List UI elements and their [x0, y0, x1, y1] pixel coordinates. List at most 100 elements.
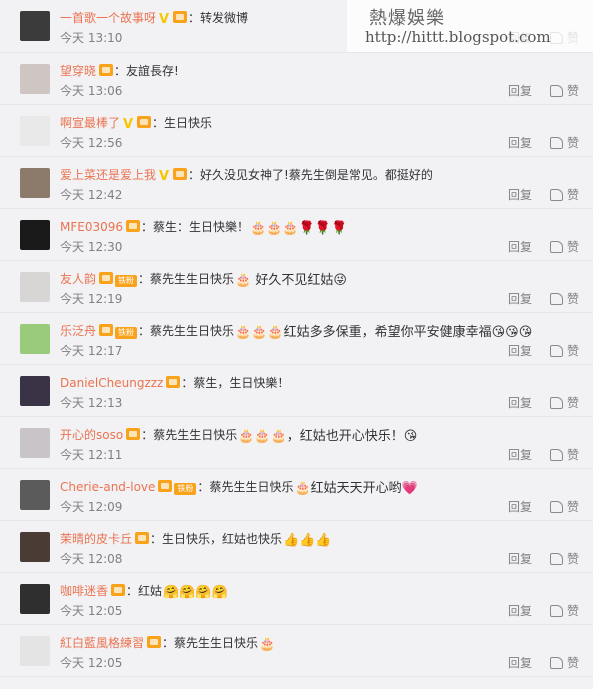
comment-time: 今天 12:30: [60, 240, 123, 254]
comment-emoji: 🎂: [259, 637, 276, 652]
reply-button[interactable]: 回复: [508, 82, 532, 100]
colon-separator: ：: [188, 11, 201, 25]
comment-emoji: 🤗🤗🤗🤗: [163, 585, 228, 600]
username-link[interactable]: MFE03096: [60, 220, 123, 234]
comment-time: 今天 12:13: [60, 396, 123, 410]
like-button[interactable]: 赞: [549, 498, 579, 516]
fan-badge: 铁粉: [115, 327, 138, 339]
like-button[interactable]: 赞: [549, 342, 579, 360]
username-link[interactable]: 咖啡迷香: [60, 584, 108, 598]
avatar[interactable]: [20, 116, 50, 146]
like-button[interactable]: 赞: [549, 82, 579, 100]
comment-line: 茉晴的皮卡丘 ：生日快乐，红姑也快乐👍👍👍: [60, 529, 333, 549]
comment-line: 爱上菜还是爱上我 V ：好久没见女神了!蔡先生倒是常见。都挺好的: [60, 165, 433, 185]
avatar[interactable]: [20, 532, 50, 562]
comment-line: Cherie-and-love 铁粉 ：蔡先生生日快乐🎂红姑天天开心哟💗: [60, 477, 419, 497]
member-badge-icon: [166, 376, 181, 388]
comment-text: 蔡先生生日快乐: [150, 272, 235, 286]
username-link[interactable]: 紅白藍風格練習: [60, 636, 144, 650]
colon-separator: ：: [138, 272, 151, 286]
comment-line: 啊宣最棒了 V ：生日快乐: [60, 113, 212, 133]
like-label: 赞: [566, 604, 579, 618]
reply-button[interactable]: 回复: [508, 654, 532, 672]
like-button[interactable]: 赞: [549, 134, 579, 152]
comment-time: 今天 12:09: [60, 500, 123, 514]
like-button[interactable]: 赞: [549, 394, 579, 412]
username-link[interactable]: 一首歌一个故事呀: [60, 11, 156, 25]
comment-time: 今天 12:56: [60, 136, 123, 150]
username-link[interactable]: 啊宣最棒了: [60, 116, 120, 130]
comment-line: MFE03096 ：蔡生：生日快樂！🎂🎂🎂🌹🌹🌹: [60, 217, 348, 237]
like-label: 赞: [566, 552, 579, 566]
colon-separator: ：: [150, 532, 163, 546]
avatar[interactable]: [20, 584, 50, 614]
username-link[interactable]: 友人韵: [60, 272, 96, 286]
fan-badge: 铁粉: [115, 275, 138, 287]
like-button[interactable]: 赞: [549, 186, 579, 204]
avatar[interactable]: [20, 324, 50, 354]
comment-time: 今天 13:10: [60, 31, 123, 45]
username-link[interactable]: 望穿晓: [60, 64, 96, 78]
comment-text: 红姑: [138, 584, 163, 598]
like-button[interactable]: 赞: [549, 654, 579, 672]
like-button[interactable]: 赞: [549, 550, 579, 568]
comment-row: 爱上菜还是爱上我 V ：好久没见女神了!蔡先生倒是常见。都挺好的 今天 12:42 回复…: [0, 157, 593, 209]
thumbs-up-icon: [549, 85, 563, 97]
like-button[interactable]: 赞: [549, 446, 579, 464]
comment-actions: 回复 赞: [508, 82, 579, 100]
avatar[interactable]: [20, 272, 50, 302]
username-link[interactable]: 爱上菜还是爱上我: [60, 168, 156, 182]
reply-button[interactable]: 回复: [508, 238, 532, 256]
comment-line: 乐泛舟 铁粉 ：蔡先生生日快乐🎂🎂🎂红姑多多保重，希望你平安健康幸福😘😘😘: [60, 321, 533, 341]
reply-button[interactable]: 回复: [508, 290, 532, 308]
like-button[interactable]: 赞: [549, 238, 579, 256]
comment-actions: 回复 赞: [508, 498, 579, 516]
member-badge-icon: [99, 272, 114, 284]
username-link[interactable]: DanielCheungzzz: [60, 376, 163, 390]
comment-text: 蔡先生生日快乐: [153, 428, 238, 442]
reply-button[interactable]: 回复: [508, 342, 532, 360]
username-link[interactable]: 乐泛舟: [60, 324, 96, 338]
avatar[interactable]: [20, 64, 50, 94]
colon-separator: ：: [188, 168, 201, 182]
comment-text: 蔡先生生日快乐: [150, 324, 235, 338]
comment-actions: 回复 赞: [508, 134, 579, 152]
comment-actions: 回复 赞: [508, 446, 579, 464]
reply-button[interactable]: 回复: [508, 186, 532, 204]
avatar[interactable]: [20, 428, 50, 458]
avatar[interactable]: [20, 168, 50, 198]
verified-v-icon: V: [159, 169, 170, 184]
comment-time: 今天 12:05: [60, 656, 123, 670]
username-link[interactable]: Cherie-and-love: [60, 480, 155, 494]
avatar[interactable]: [20, 220, 50, 250]
comment-emoji: 🎂🎂🎂红姑多多保重，希望你平安健康幸福😘😘😘: [235, 325, 533, 340]
thumbs-up-icon: [549, 449, 563, 461]
reply-button[interactable]: 回复: [508, 446, 532, 464]
avatar[interactable]: [20, 636, 50, 666]
reply-button[interactable]: 回复: [508, 394, 532, 412]
comment-row: 乐泛舟 铁粉 ：蔡先生生日快乐🎂🎂🎂红姑多多保重，希望你平安健康幸福😘😘😘 今天 12…: [0, 313, 593, 365]
comment-row: 紅白藍風格練習 ：蔡先生生日快乐🎂 今天 12:05 回复 赞: [0, 625, 593, 677]
comment-line: 咖啡迷香 ：红姑🤗🤗🤗🤗: [60, 581, 229, 601]
reply-button[interactable]: 回复: [508, 602, 532, 620]
thumbs-up-icon: [549, 189, 563, 201]
username-link[interactable]: 开心的soso: [60, 428, 123, 442]
like-button[interactable]: 赞: [549, 290, 579, 308]
member-badge-icon: [173, 168, 188, 180]
comment-actions: 回复 赞: [508, 290, 579, 308]
like-button[interactable]: 赞: [549, 602, 579, 620]
reply-button[interactable]: 回复: [508, 498, 532, 516]
reply-button[interactable]: 回复: [508, 550, 532, 568]
like-label: 赞: [566, 448, 579, 462]
comment-row: 啊宣最棒了 V ：生日快乐今天 12:56 回复 赞: [0, 105, 593, 157]
username-link[interactable]: 茉晴的皮卡丘: [60, 532, 132, 546]
comment-time: 今天 12:08: [60, 552, 123, 566]
avatar[interactable]: [20, 480, 50, 510]
comment-line: 开心的soso ：蔡先生生日快乐🎂🎂🎂，红姑也开心快乐！😘: [60, 425, 418, 445]
reply-button[interactable]: 回复: [508, 134, 532, 152]
comment-time: 今天 13:06: [60, 84, 123, 98]
avatar[interactable]: [20, 11, 50, 41]
comment-row: Cherie-and-love 铁粉 ：蔡先生生日快乐🎂红姑天天开心哟💗 今天 12:…: [0, 469, 593, 521]
avatar[interactable]: [20, 376, 50, 406]
colon-separator: ：: [114, 64, 127, 78]
